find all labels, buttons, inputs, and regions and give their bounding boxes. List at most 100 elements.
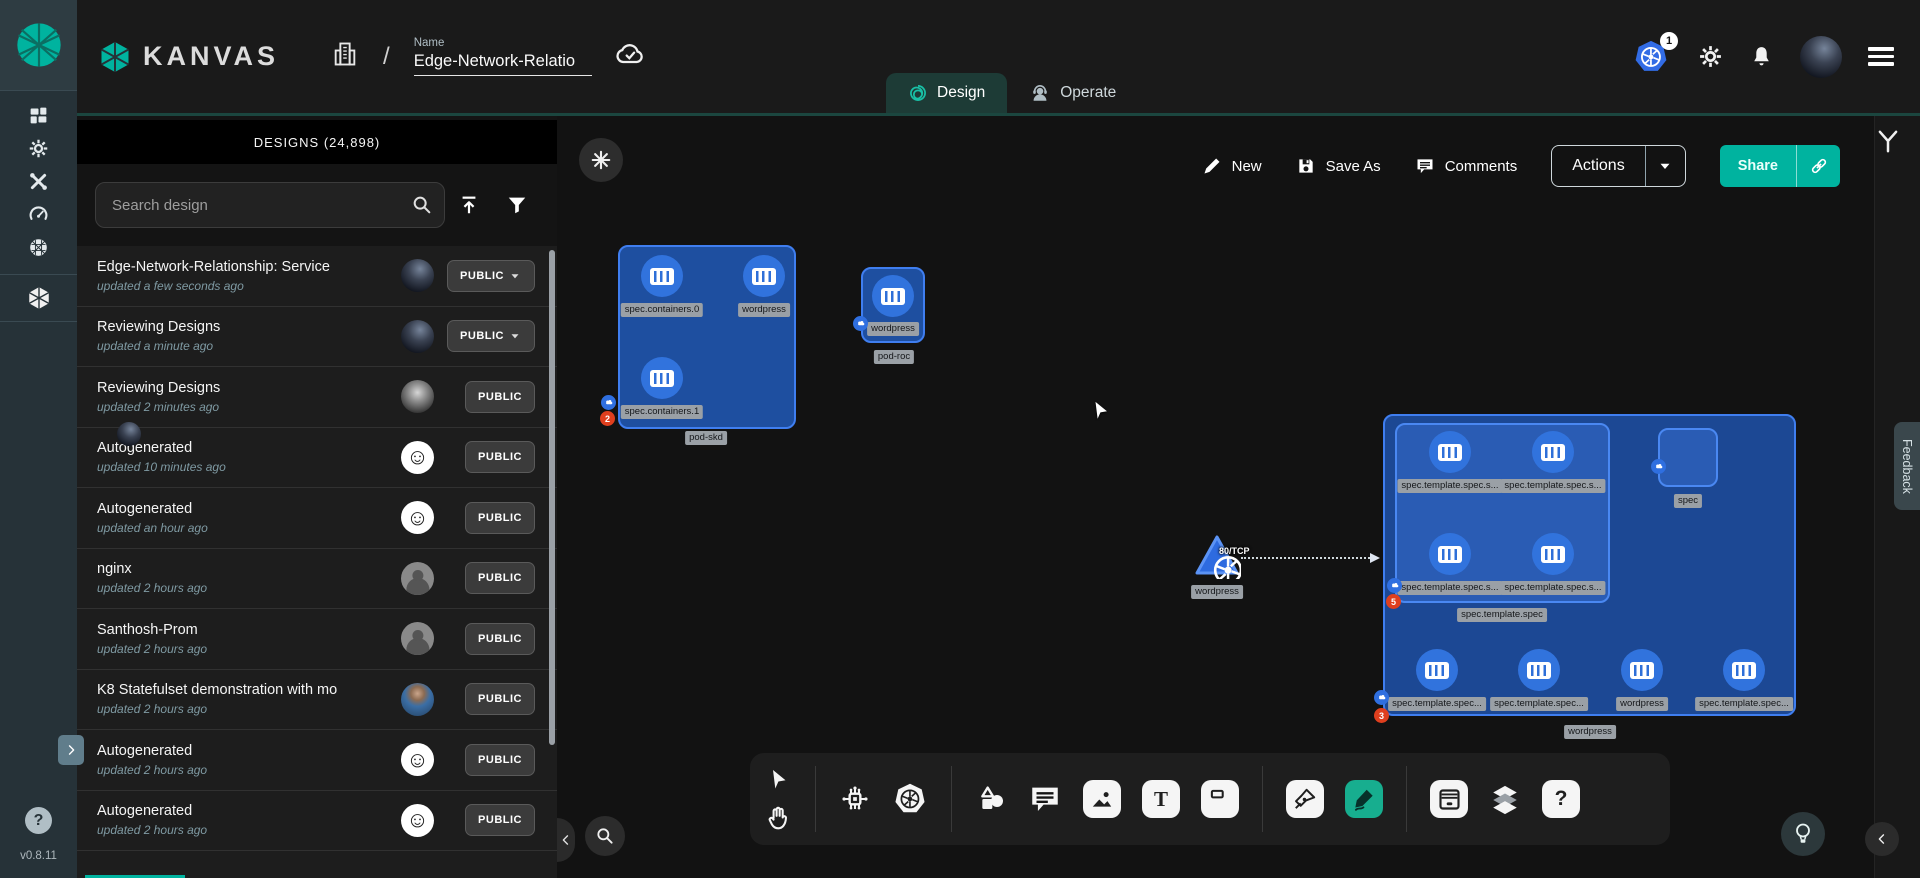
text-tool-button[interactable]: T <box>1142 780 1180 818</box>
visibility-badge[interactable]: PUBLIC <box>465 381 535 413</box>
service-node[interactable] <box>1193 533 1241 579</box>
design-list-item[interactable]: Autogenerated updated 2 hours ago PUBLIC <box>77 730 557 791</box>
layers-button[interactable] <box>1489 782 1521 816</box>
visibility-badge[interactable]: PUBLIC <box>465 441 535 473</box>
visibility-badge[interactable]: PUBLIC <box>447 320 535 352</box>
help-button[interactable]: ? <box>25 807 52 834</box>
sidebar-item-extensions[interactable] <box>0 231 77 264</box>
share-button[interactable]: Share <box>1720 145 1840 187</box>
pod-status-badge[interactable] <box>1651 459 1666 474</box>
sidebar-item-lifecycle[interactable] <box>0 132 77 165</box>
design-name-input[interactable] <box>414 52 592 76</box>
container-node[interactable] <box>1532 533 1574 575</box>
tour-button[interactable] <box>1781 812 1825 856</box>
pen-tool-button[interactable] <box>1286 780 1324 818</box>
nav-expand-button[interactable] <box>58 735 84 765</box>
new-button[interactable]: New <box>1202 156 1262 176</box>
organization-button[interactable] <box>331 40 359 73</box>
design-list-item[interactable] <box>77 851 557 878</box>
filter-button[interactable] <box>493 194 541 216</box>
components-tool-button[interactable] <box>839 783 871 815</box>
designs-scrollbar[interactable] <box>549 250 555 745</box>
design-list-item[interactable]: K8 Statefulset demonstration with mo upd… <box>77 670 557 731</box>
error-count-badge[interactable]: 2 <box>600 411 615 426</box>
magnifier-icon <box>595 826 615 846</box>
container-node[interactable] <box>1621 649 1663 691</box>
design-list-item[interactable]: Edge-Network-Relationship: Service updat… <box>77 246 557 307</box>
node-group-template-spec[interactable] <box>1395 423 1610 603</box>
design-list-item[interactable]: Santhosh-Prom updated 2 hours ago PUBLIC <box>77 609 557 670</box>
help-tool-button[interactable]: ? <box>1542 780 1580 818</box>
visibility-badge[interactable]: PUBLIC <box>465 804 535 836</box>
container-node[interactable] <box>743 255 785 297</box>
design-list-item[interactable]: Autogenerated updated 10 minutes ago PUB… <box>77 428 557 489</box>
save-as-button[interactable]: Save As <box>1296 156 1381 176</box>
visibility-badge[interactable]: PUBLIC <box>465 744 535 776</box>
kubernetes-context-switcher[interactable]: 1 <box>1632 38 1672 76</box>
shapes-tool-button[interactable] <box>975 783 1007 815</box>
pod-status-badge[interactable] <box>853 316 868 331</box>
tab-design[interactable]: Design <box>886 73 1007 113</box>
actions-dropdown[interactable] <box>1645 146 1685 186</box>
design-canvas[interactable]: New Save As Comments Actions Share <box>557 116 1920 878</box>
pod-status-badge[interactable] <box>601 395 616 410</box>
zoom-button[interactable] <box>585 816 625 856</box>
layers-icon <box>1489 782 1521 816</box>
container-node[interactable] <box>1429 533 1471 575</box>
actions-button[interactable]: Actions <box>1551 145 1685 187</box>
frame-tool-button[interactable] <box>1201 780 1239 818</box>
container-node[interactable] <box>1532 431 1574 473</box>
design-list-item[interactable]: Reviewing Designs updated 2 minutes ago … <box>77 367 557 428</box>
user-avatar[interactable] <box>1800 36 1842 78</box>
sidebar-item-configuration[interactable] <box>0 165 77 198</box>
container-node[interactable] <box>1723 649 1765 691</box>
copy-link-button[interactable] <box>1796 145 1840 187</box>
visibility-badge[interactable]: PUBLIC <box>447 260 535 292</box>
tab-operate[interactable]: Operate <box>1007 73 1138 113</box>
container-node[interactable] <box>641 255 683 297</box>
design-list-item[interactable]: Autogenerated updated 2 hours ago PUBLIC <box>77 791 557 852</box>
container-node[interactable] <box>1429 431 1471 473</box>
node-spec[interactable] <box>1658 428 1718 487</box>
import-design-button[interactable] <box>445 194 493 216</box>
panel-collapse-button[interactable] <box>557 818 575 862</box>
visibility-badge[interactable]: PUBLIC <box>465 502 535 534</box>
settings-button[interactable] <box>1698 44 1723 69</box>
meshery-logo[interactable] <box>0 0 77 90</box>
error-count-badge[interactable]: 5 <box>1386 594 1401 609</box>
kubernetes-tool-button[interactable] <box>892 781 928 817</box>
comments-button[interactable]: Comments <box>1415 156 1518 176</box>
comment-tool-button[interactable] <box>1028 782 1062 816</box>
error-count-badge[interactable]: 3 <box>1374 708 1389 723</box>
container-node[interactable] <box>1518 649 1560 691</box>
search-input[interactable] <box>95 182 445 228</box>
design-list-item[interactable]: Reviewing Designs updated a minute ago P… <box>77 307 557 368</box>
visibility-badge[interactable]: PUBLIC <box>465 562 535 594</box>
notifications-button[interactable] <box>1749 44 1774 69</box>
container-node[interactable] <box>872 275 914 317</box>
pan-tool-button[interactable] <box>766 805 792 831</box>
container-node[interactable] <box>1416 649 1458 691</box>
design-updated: updated an hour ago <box>97 521 355 535</box>
kanvas-logo[interactable]: KANVAS <box>97 39 279 75</box>
design-list-item[interactable]: nginx updated 2 hours ago PUBLIC <box>77 549 557 610</box>
dock-collapse-button[interactable] <box>1865 822 1899 856</box>
sidebar-item-performance[interactable] <box>0 198 77 231</box>
container-node[interactable] <box>641 357 683 399</box>
sidebar-item-dashboard[interactable] <box>0 99 77 132</box>
pod-status-badge[interactable] <box>1387 578 1402 593</box>
image-tool-button[interactable] <box>1083 780 1121 818</box>
canvas-menu-button[interactable] <box>579 138 623 182</box>
menu-button[interactable] <box>1868 47 1894 66</box>
design-list-item[interactable]: Autogenerated updated an hour ago PUBLIC <box>77 488 557 549</box>
edge-service-to-deployment[interactable] <box>1241 557 1377 559</box>
visibility-badge[interactable]: PUBLIC <box>465 623 535 655</box>
sidebar-item-kanvas[interactable] <box>0 275 77 321</box>
visibility-badge[interactable]: PUBLIC <box>465 683 535 715</box>
freehand-draw-button[interactable] <box>1345 780 1383 818</box>
pod-status-badge[interactable] <box>1374 690 1389 705</box>
feedback-tab[interactable]: Feedback <box>1894 422 1920 510</box>
drawer-tool-button[interactable] <box>1430 780 1468 818</box>
select-tool-button[interactable] <box>767 768 791 792</box>
flow-toggle-button[interactable] <box>1875 128 1901 159</box>
